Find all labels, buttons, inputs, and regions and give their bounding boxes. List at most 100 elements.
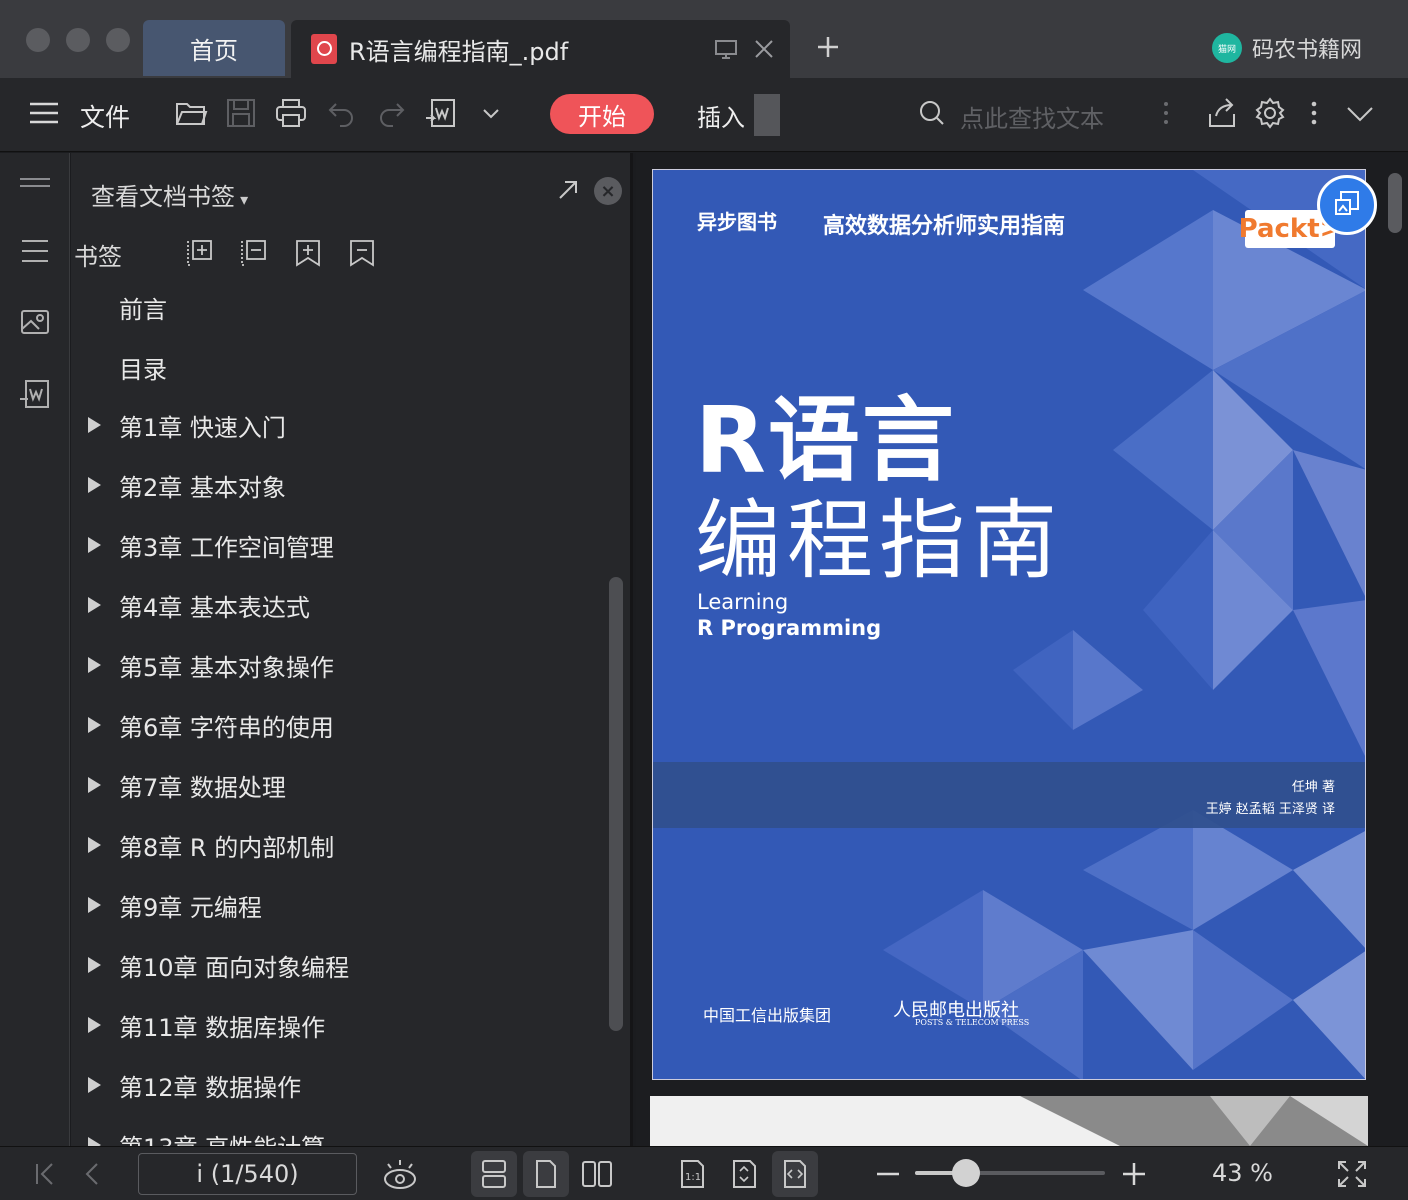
fullscreen-icon[interactable] [1336, 1159, 1368, 1189]
collapse-panel-icon[interactable] [18, 173, 52, 193]
expand-arrow-icon[interactable] [88, 1017, 101, 1033]
monitor-icon[interactable] [714, 37, 738, 61]
zoom-slider[interactable] [915, 1171, 1105, 1175]
bookmark-scrollbar[interactable] [609, 577, 623, 1031]
book-title-line2: 编程指南 [695, 491, 1063, 591]
expand-arrow-icon[interactable] [88, 417, 101, 433]
panel-title-dropdown[interactable]: 查看文档书签 [91, 177, 248, 212]
collapse-all-icon[interactable] [239, 237, 269, 267]
insert-tab-button[interactable]: 插入 [697, 98, 745, 133]
bookmark-item[interactable]: 第9章 元编程 [71, 885, 262, 925]
zoom-out-icon[interactable] [874, 1159, 902, 1189]
pop-out-icon[interactable] [555, 177, 581, 203]
bookmark-item[interactable]: 第8章 R 的内部机制 [71, 825, 334, 865]
pdf-to-word-icon[interactable] [424, 96, 458, 130]
document-view[interactable]: 异步图书 高效数据分析师实用指南 Packt> R语言 编程指南 Learnin… [636, 153, 1408, 1146]
actual-size-icon[interactable]: 1:1 [676, 1159, 708, 1189]
first-page-icon[interactable] [32, 1159, 58, 1189]
close-tab-icon[interactable] [752, 37, 776, 61]
bookmark-item[interactable]: 第3章 工作空间管理 [71, 525, 334, 565]
open-folder-icon[interactable] [174, 96, 208, 130]
bookmark-item[interactable]: 第12章 数据操作 [71, 1065, 301, 1105]
bookmark-panel: 查看文档书签 × 书签 前言目录第1章 快速入门第2章 基本对象第3章 工作空间… [71, 153, 633, 1146]
expand-arrow-icon[interactable] [88, 717, 101, 733]
expand-arrow-icon[interactable] [88, 537, 101, 553]
bookmarks-label: 书签 [74, 243, 122, 271]
collapse-toolbar-icon[interactable] [1344, 96, 1376, 130]
bookmark-item[interactable]: 第5章 基本对象操作 [71, 645, 334, 685]
bookmark-list: 前言 目录 第1章 快速入门 第2章 基本对象 第3章 工作空间管理 第4章 基本表达式第… [71, 279, 603, 1146]
thumbnails-icon[interactable] [18, 307, 52, 337]
site-link[interactable]: 猫网 码农书籍网 [1212, 32, 1362, 64]
save-icon[interactable] [224, 96, 258, 130]
page-number-input[interactable]: i (1/540) [138, 1153, 357, 1195]
expand-arrow-icon[interactable] [88, 1137, 101, 1146]
bookmark-item[interactable]: 第10章 面向对象编程 [71, 945, 349, 985]
expand-all-icon[interactable] [185, 237, 215, 267]
expand-arrow-icon[interactable] [88, 957, 101, 973]
document-scrollbar[interactable] [1388, 173, 1402, 233]
expand-arrow-icon[interactable] [88, 1077, 101, 1093]
add-bookmark-icon[interactable] [293, 237, 323, 267]
pdf-reader-window: 首页 R语言编程指南_.pdf 猫网 码农书籍网 文件 开始 插入 点此查找文本 [0, 0, 1408, 1200]
expand-arrow-icon[interactable] [88, 777, 101, 793]
single-page-icon[interactable] [523, 1151, 569, 1197]
more-tabs-button[interactable] [754, 94, 780, 136]
zoom-slider-knob[interactable] [952, 1159, 980, 1187]
more-options-icon[interactable] [1304, 96, 1324, 130]
bookmark-item[interactable]: 第13章 高性能计算 [71, 1125, 325, 1146]
chevron-down-icon[interactable] [480, 96, 502, 130]
start-tab-button[interactable]: 开始 [550, 94, 654, 134]
fit-width-icon[interactable] [772, 1151, 818, 1197]
subtitle-line2: R Programming [697, 616, 882, 640]
two-page-icon[interactable] [580, 1159, 614, 1189]
tab-document[interactable]: R语言编程指南_.pdf [291, 20, 790, 78]
close-panel-icon[interactable]: × [594, 177, 622, 205]
bookmark-item[interactable]: 目录 [71, 347, 167, 387]
fit-page-icon[interactable] [728, 1159, 760, 1189]
menu-icon[interactable] [28, 96, 60, 130]
settings-gear-icon[interactable] [1254, 96, 1286, 130]
minimize-window-button[interactable] [66, 28, 90, 52]
print-icon[interactable] [274, 96, 308, 130]
expand-arrow-icon[interactable] [88, 657, 101, 673]
bookmark-label: 第4章 基本表达式 [119, 593, 310, 622]
maximize-window-button[interactable] [106, 28, 130, 52]
bookmark-label: 第9章 元编程 [119, 893, 262, 922]
delete-bookmark-icon[interactable] [347, 237, 377, 267]
main-toolbar: 文件 开始 插入 点此查找文本 [0, 78, 1408, 152]
zoom-in-icon[interactable] [1120, 1159, 1148, 1189]
new-tab-icon[interactable] [813, 32, 843, 62]
bookmark-item[interactable]: 前言 [71, 287, 167, 327]
eye-protection-icon[interactable] [382, 1159, 418, 1191]
close-window-button[interactable] [26, 28, 50, 52]
bookmark-item[interactable]: 第7章 数据处理 [71, 765, 286, 805]
bookmark-label: 第11章 数据库操作 [119, 1013, 326, 1042]
continuous-view-icon[interactable] [471, 1151, 517, 1197]
undo-icon[interactable] [326, 96, 358, 130]
publisher-logo: 异步图书 [697, 210, 777, 234]
tab-home[interactable]: 首页 [143, 20, 285, 76]
bookmark-label: 第8章 R 的内部机制 [119, 833, 335, 862]
outline-icon[interactable] [18, 237, 52, 265]
bookmark-label: 第5章 基本对象操作 [119, 653, 334, 682]
expand-arrow-icon[interactable] [88, 837, 101, 853]
expand-arrow-icon[interactable] [88, 897, 101, 913]
bookmark-item[interactable]: 第6章 字符串的使用 [71, 705, 334, 745]
file-menu[interactable]: 文件 [80, 98, 130, 134]
search-box[interactable]: 点此查找文本 [918, 96, 1104, 136]
zoom-level[interactable]: 43 % [1212, 1159, 1273, 1187]
expand-arrow-icon[interactable] [88, 477, 101, 493]
bookmark-item[interactable]: 第2章 基本对象 [71, 465, 286, 505]
floating-convert-button[interactable] [1317, 175, 1377, 235]
share-icon[interactable] [1206, 96, 1238, 130]
bookmark-label: 前言 [119, 295, 167, 324]
bookmark-item[interactable]: 第11章 数据库操作 [71, 1005, 325, 1045]
previous-page-icon[interactable] [82, 1159, 104, 1189]
convert-icon[interactable] [18, 377, 52, 411]
redo-icon[interactable] [375, 96, 407, 130]
bookmark-item[interactable]: 第1章 快速入门 [71, 405, 286, 445]
vertical-dots-icon[interactable] [1156, 96, 1176, 130]
bookmark-item[interactable]: 第4章 基本表达式 [71, 585, 310, 625]
expand-arrow-icon[interactable] [88, 597, 101, 613]
